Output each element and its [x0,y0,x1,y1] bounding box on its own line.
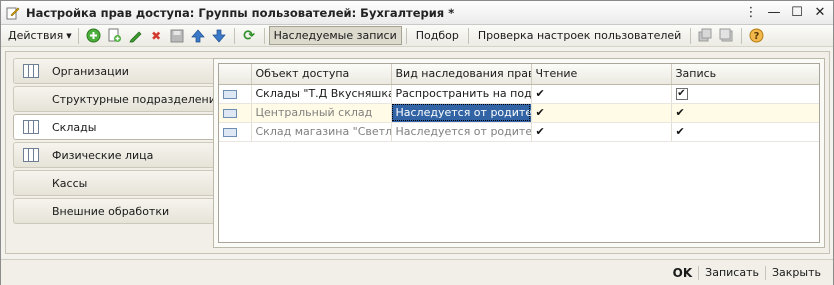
tab-label: Кассы [52,176,88,190]
object-cell[interactable]: Склад магазина "Светл... [251,122,392,142]
column-header-object[interactable]: Объект доступа [251,64,392,85]
access-rights-window: Настройка прав доступа: Группы пользоват… [0,0,834,285]
tab-external-processing[interactable]: Внешние обработки [13,198,213,224]
close-button[interactable]: Закрыть [766,266,827,279]
read-check-icon: ✔ [535,87,545,100]
maximize-button[interactable]: ☐ [787,4,807,22]
catalog-item-icon [223,89,237,99]
selection-label: Подбор [415,29,459,42]
svg-text:?: ? [754,31,760,42]
object-cell[interactable]: Склады "Т.Д Вкусняшка" [251,84,392,104]
table-icon [22,119,40,135]
tab-individuals[interactable]: Физические лица [13,142,213,168]
add-icon[interactable] [85,27,102,44]
save-disk-icon [169,27,186,44]
selection-button[interactable]: Подбор [411,26,464,45]
row-icon-cell [219,84,252,104]
toolbar-divider [741,27,743,44]
table-row[interactable]: Центральный склад Наследуется от родител… [219,103,819,123]
tab-label: Внешние обработки [52,204,170,218]
table-icon [22,63,40,79]
column-header-icon [219,64,252,85]
tab-label: Физические лица [52,148,154,162]
tab-label: Структурные подразделения [52,92,223,106]
table-icon [22,147,40,163]
toolbar-divider [690,27,692,44]
tab-structural-units[interactable]: Структурные подразделения [13,86,223,112]
toolbar-divider [233,27,235,44]
check-user-settings-label: Проверка настроек пользователей [477,29,682,42]
toolbar-divider [77,27,79,44]
toolbar-divider [467,27,469,44]
window-title: Настройка прав доступа: Группы пользоват… [26,5,455,20]
write-check-icon: ✔ [675,106,685,119]
copy-icon[interactable] [106,27,123,44]
access-table: Объект доступа Вид наследования прав... … [218,63,820,243]
write-cell[interactable]: ✔ [671,84,819,104]
chevron-down-icon: ▼ [66,31,72,40]
window-menu-icon[interactable]: ⋮ [741,4,761,22]
checkmark-icon: ✔ [677,88,686,99]
dialog-footer: OK Записать Закрыть [1,259,833,285]
inherited-records-button[interactable]: Наследуемые записи [268,26,402,45]
tab-organizations[interactable]: Организации [13,58,213,84]
actions-menu-label: Действия [8,29,64,42]
inheritance-cell[interactable]: Наследуется от родителя [391,103,532,123]
move-up-icon[interactable] [190,27,207,44]
move-down-icon[interactable] [211,27,228,44]
ok-button[interactable]: OK [667,266,699,280]
check-user-settings-button[interactable]: Проверка настроек пользователей [473,26,686,45]
category-tabs: Организации Структурные подразделения Ск… [13,58,223,226]
catalog-item-icon [223,127,237,137]
help-icon[interactable]: ? [748,27,765,44]
minimize-button[interactable]: — [764,4,784,22]
edit-icon[interactable] [127,27,144,44]
refresh-icon[interactable]: ⟳ [241,27,258,44]
tab-content: Объект доступа Вид наследования прав... … [213,58,825,248]
edit-document-icon [5,5,21,21]
catalog-item-icon [223,108,237,118]
row-icon-cell [219,122,252,142]
tab-cash-desks[interactable]: Кассы [13,170,213,196]
toolbar: Действия ▼ ✖ ⟳ Наследуемые записи Подбор… [1,25,833,47]
write-cell[interactable]: ✔ [671,122,819,142]
tab-label: Организации [52,64,129,78]
actions-menu[interactable]: Действия ▼ [6,27,74,45]
read-cell[interactable]: ✔ [531,122,672,142]
inherited-records-label: Наследуемые записи [273,29,397,42]
inheritance-cell[interactable]: Распространить на под... [391,84,532,104]
write-checkbox[interactable]: ✔ [675,88,688,100]
column-header-inheritance[interactable]: Вид наследования прав... [391,64,532,85]
delete-icon[interactable]: ✖ [148,27,165,44]
write-check-icon: ✔ [675,125,685,138]
table-row[interactable]: Склад магазина "Светл... Наследуется от … [219,122,819,142]
stack-paste-icon [718,27,735,44]
save-button[interactable]: Записать [699,266,765,279]
tab-label: Склады [52,120,97,134]
read-check-icon: ✔ [535,106,545,119]
write-cell[interactable]: ✔ [671,103,819,123]
read-cell[interactable]: ✔ [531,84,672,104]
read-cell[interactable]: ✔ [531,103,672,123]
inheritance-cell[interactable]: Наследуется от родителя [391,122,532,142]
main-panel: Организации Структурные подразделения Ск… [5,51,830,254]
column-header-read[interactable]: Чтение [531,64,672,85]
close-window-button[interactable]: ✕ [810,4,830,22]
title-bar: Настройка прав доступа: Группы пользоват… [1,1,833,25]
tab-warehouses[interactable]: Склады [13,114,215,140]
toolbar-divider [405,27,407,44]
stack-copy-icon [697,27,714,44]
table-header-row: Объект доступа Вид наследования прав... … [219,64,819,85]
toolbar-divider [263,27,265,44]
column-header-write[interactable]: Запись [671,64,819,85]
row-icon-cell [219,103,252,123]
read-check-icon: ✔ [535,125,545,138]
table-row[interactable]: Склады "Т.Д Вкусняшка" Распространить на… [219,84,819,104]
object-cell[interactable]: Центральный склад [251,103,392,123]
